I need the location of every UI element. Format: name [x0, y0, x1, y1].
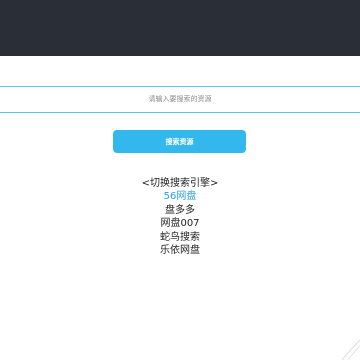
corner-decoration-icon	[341, 339, 360, 360]
engine-item-leyi[interactable]: 乐依网盘	[120, 244, 240, 258]
engine-item-panduoduo[interactable]: 盘多多	[120, 204, 240, 218]
search-engine-list: <切换搜索引擎> 56网盘 盘多多 网盘007 蛇鸟搜索 乐依网盘	[120, 177, 240, 258]
top-header-bar	[0, 0, 360, 56]
engine-item-wangpan007[interactable]: 网盘007	[120, 217, 240, 231]
engine-item-shenniao[interactable]: 蛇鸟搜索	[120, 231, 240, 245]
switch-engine-header: <切换搜索引擎>	[141, 178, 219, 189]
search-resources-button[interactable]: 搜索资源	[113, 130, 246, 153]
corner-curve-1	[341, 339, 360, 360]
engine-item-56wangpan[interactable]: 56网盘	[120, 190, 240, 204]
search-input-bottom-border	[0, 112, 360, 113]
corner-curve-2	[347, 345, 360, 360]
search-input[interactable]	[0, 87, 360, 111]
